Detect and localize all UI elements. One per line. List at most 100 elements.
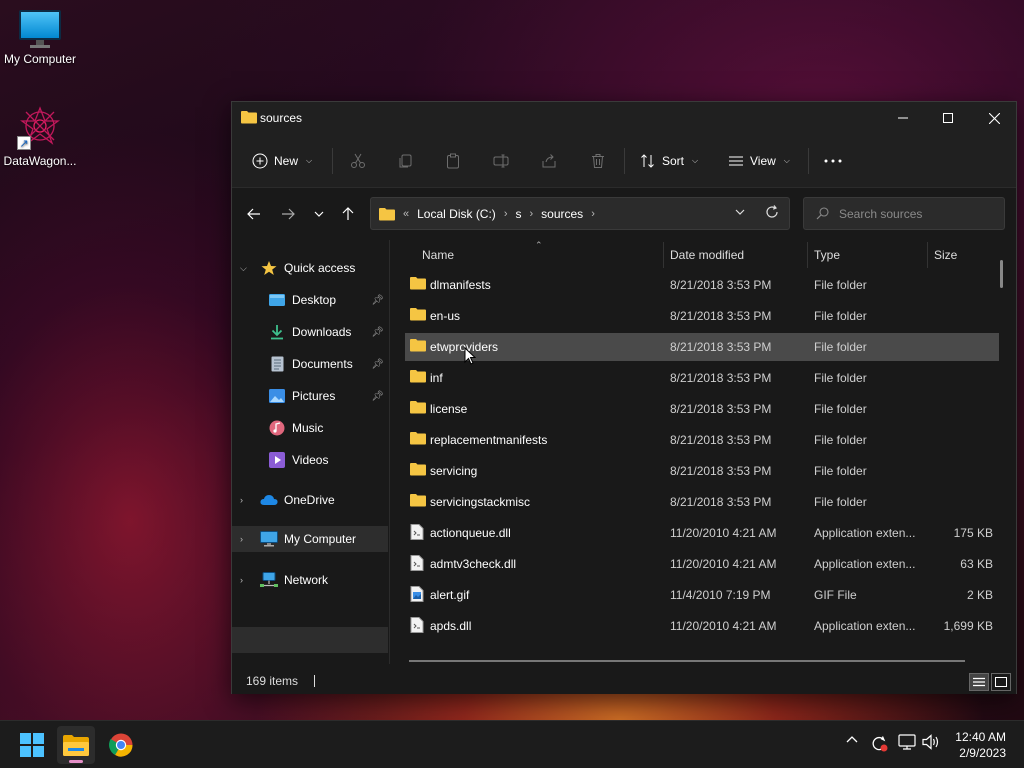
- large-icons-view-button[interactable]: [991, 673, 1011, 691]
- file-type: File folder: [814, 495, 867, 509]
- horizontal-scrollbar[interactable]: [409, 660, 965, 662]
- arrow-up-icon: [342, 207, 354, 220]
- file-row[interactable]: dlmanifests 8/21/2018 3:53 PM File folder: [405, 271, 999, 299]
- nav-item-my-computer[interactable]: › My Computer: [232, 526, 388, 552]
- column-header-type[interactable]: Type: [814, 240, 840, 270]
- chevron-down-icon[interactable]: ⌵: [240, 263, 254, 274]
- file-row[interactable]: etwproviders 8/21/2018 3:53 PM File folder: [405, 333, 999, 361]
- nav-item-pictures[interactable]: Pictures 📌︎: [232, 383, 388, 409]
- file-row[interactable]: alert.gif 11/4/2010 7:19 PM GIF File 2 KB: [405, 581, 999, 609]
- pin-icon: 📌︎: [371, 358, 384, 370]
- file-row[interactable]: inf 8/21/2018 3:53 PM File folder: [405, 364, 999, 392]
- chevron-right-icon[interactable]: ›: [240, 575, 254, 585]
- delete-button[interactable]: [590, 147, 606, 175]
- file-explorer-window: sources New ⌵ Sort ⌵ View ⌵ « Local Disk…: [231, 101, 1017, 694]
- taskbar-file-explorer[interactable]: [57, 726, 95, 764]
- nav-item-quick-access[interactable]: ⌵ Quick access: [232, 255, 388, 281]
- address-dropdown-button[interactable]: [735, 207, 745, 218]
- details-view-button[interactable]: [969, 673, 989, 691]
- close-button[interactable]: [971, 102, 1017, 134]
- taskbar-chrome[interactable]: [102, 726, 140, 764]
- start-button[interactable]: [13, 726, 51, 764]
- datawagon-app-icon: ↗: [17, 104, 63, 150]
- network-tray-icon[interactable]: [898, 734, 916, 750]
- back-button[interactable]: [242, 202, 266, 226]
- breadcrumb-overflow[interactable]: «: [403, 208, 409, 220]
- show-hidden-icons-button[interactable]: [846, 735, 858, 743]
- status-bar: 169 items: [232, 668, 1016, 694]
- vertical-scrollbar[interactable]: [1000, 260, 1003, 288]
- sort-button[interactable]: Sort ⌵: [640, 147, 698, 175]
- desktop-icon-label: DataWagon...: [3, 154, 77, 168]
- nav-item-label: Videos: [292, 453, 329, 467]
- search-box[interactable]: [803, 197, 1005, 230]
- column-header-size[interactable]: Size: [934, 240, 957, 270]
- file-row[interactable]: servicing 8/21/2018 3:53 PM File folder: [405, 457, 999, 485]
- breadcrumb-local-disk[interactable]: Local Disk (C:): [417, 207, 496, 221]
- minimize-icon: [898, 117, 908, 119]
- nav-item-desktop[interactable]: Desktop 📌︎: [232, 287, 388, 313]
- window-title: sources: [260, 111, 303, 125]
- nav-item-label: Music: [292, 421, 324, 435]
- nav-item-videos[interactable]: Videos: [232, 447, 388, 473]
- forward-button[interactable]: [276, 202, 300, 226]
- column-header-name[interactable]: Name: [422, 240, 454, 270]
- maximize-button[interactable]: [925, 102, 971, 134]
- file-type: File folder: [814, 340, 867, 354]
- file-row[interactable]: en-us 8/21/2018 3:53 PM File folder: [405, 302, 999, 330]
- pin-icon: 📌︎: [371, 294, 384, 306]
- file-row[interactable]: actionqueue.dll 11/20/2010 4:21 AM Applica…: [405, 519, 999, 547]
- nav-item-documents[interactable]: Documents 📌︎: [232, 351, 388, 377]
- cut-button[interactable]: [350, 147, 366, 175]
- nav-item-music[interactable]: Music: [232, 415, 388, 441]
- desktop-icon-my-computer[interactable]: My Computer: [0, 8, 80, 66]
- file-row[interactable]: license 8/21/2018 3:53 PM File folder: [405, 395, 999, 423]
- folder-icon: [410, 276, 426, 293]
- sort-icon: [641, 154, 654, 168]
- nav-item-onedrive[interactable]: › OneDrive: [232, 487, 388, 513]
- trash-icon: [592, 154, 604, 168]
- chevron-right-icon[interactable]: ›: [529, 208, 533, 220]
- file-row[interactable]: servicingstackmisc 8/21/2018 3:53 PM File …: [405, 488, 999, 516]
- paste-button[interactable]: [445, 147, 461, 175]
- column-header-date-modified[interactable]: Date modified: [670, 240, 744, 270]
- chevron-right-icon[interactable]: ›: [504, 208, 508, 220]
- file-date-modified: 8/21/2018 3:53 PM: [670, 464, 772, 478]
- minimize-button[interactable]: [880, 102, 926, 134]
- taskbar-clock[interactable]: 12:40 AM 2/9/2023: [955, 729, 1006, 761]
- view-button[interactable]: View ⌵: [728, 147, 790, 175]
- address-bar[interactable]: « Local Disk (C:) › s › sources ›: [370, 197, 790, 230]
- breadcrumb-sources[interactable]: sources: [541, 207, 583, 221]
- windows-logo-icon: [20, 733, 44, 757]
- volume-icon[interactable]: [922, 734, 940, 750]
- details-view-icon: [973, 677, 985, 687]
- file-name: servicingstackmisc: [430, 495, 531, 509]
- file-date-modified: 11/20/2010 4:21 AM: [670, 619, 777, 633]
- file-row[interactable]: replacementmanifests 8/21/2018 3:53 PM Fil…: [405, 426, 999, 454]
- nav-item-label: Pictures: [292, 389, 336, 403]
- up-button[interactable]: [336, 202, 360, 226]
- search-input[interactable]: [839, 206, 999, 221]
- breadcrumb-s[interactable]: s: [515, 207, 521, 221]
- file-row[interactable]: apds.dll 11/20/2010 4:21 AM Application ex…: [405, 612, 999, 640]
- file-name: servicing: [430, 464, 478, 478]
- nav-item-downloads[interactable]: Downloads 📌︎: [232, 319, 388, 345]
- nav-item-network[interactable]: › Network: [232, 567, 388, 593]
- search-icon: [816, 207, 829, 220]
- share-button[interactable]: [541, 147, 557, 175]
- copy-button[interactable]: [398, 147, 414, 175]
- documents-icon: [268, 355, 286, 373]
- rename-button[interactable]: [493, 147, 509, 175]
- refresh-button[interactable]: [765, 205, 779, 222]
- recent-locations-button[interactable]: [307, 202, 331, 226]
- sync-status-icon[interactable]: [870, 734, 888, 752]
- more-options-button[interactable]: [824, 147, 842, 175]
- chevron-right-icon[interactable]: ›: [240, 495, 254, 505]
- new-button[interactable]: New ⌵: [252, 147, 312, 175]
- title-bar[interactable]: sources: [232, 102, 1016, 134]
- chevron-right-icon[interactable]: ›: [591, 208, 595, 220]
- file-row[interactable]: admtv3check.dll 11/20/2010 4:21 AM Applica…: [405, 550, 999, 578]
- chevron-right-icon[interactable]: ›: [240, 534, 254, 544]
- desktop-icon-datawagon[interactable]: ↗ DataWagon...: [0, 104, 80, 168]
- file-name: inf: [430, 371, 443, 385]
